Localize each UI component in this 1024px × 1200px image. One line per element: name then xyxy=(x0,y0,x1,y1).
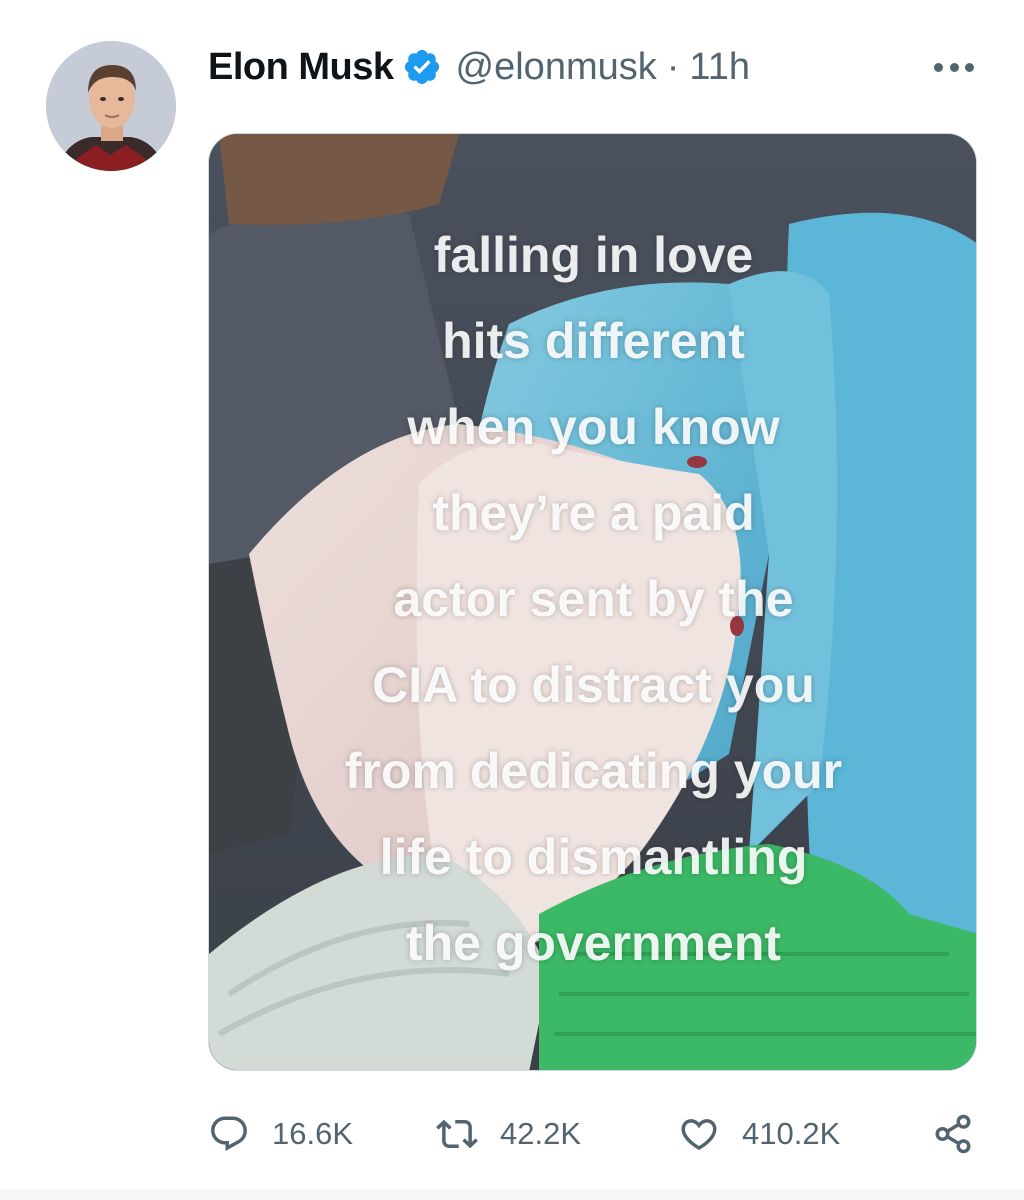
retweet-icon xyxy=(436,1119,478,1149)
display-name[interactable]: Elon Musk xyxy=(208,46,394,89)
profile-photo-icon xyxy=(46,41,176,171)
caption-line: actor sent by the xyxy=(393,571,794,627)
handle[interactable]: @elonmusk xyxy=(456,46,657,89)
caption-line: they’re a paid xyxy=(432,485,755,541)
verified-badge-icon[interactable] xyxy=(402,47,442,87)
tweet-header: Elon Musk @elonmusk · 11h xyxy=(208,42,750,92)
like-button[interactable]: 410.2K xyxy=(678,1113,840,1155)
caption-line: the government xyxy=(405,915,782,971)
tweet: Elon Musk @elonmusk · 11h falling in lov… xyxy=(0,0,1024,1200)
separator-dot: · xyxy=(666,45,680,88)
retweet-count: 42.2K xyxy=(500,1116,582,1151)
reply-icon xyxy=(211,1116,247,1151)
media-caption: falling in love hits different when you … xyxy=(209,212,976,986)
reply-count: 16.6K xyxy=(272,1116,354,1151)
ellipsis-icon xyxy=(934,62,943,72)
more-options-button[interactable] xyxy=(934,52,974,82)
like-count: 410.2K xyxy=(742,1116,841,1151)
share-icon xyxy=(935,1114,971,1154)
tweet-media[interactable]: falling in love hits different when you … xyxy=(208,133,977,1071)
retweet-button[interactable]: 42.2K xyxy=(436,1113,581,1155)
caption-line: when you know xyxy=(407,399,780,455)
reply-button[interactable]: 16.6K xyxy=(208,1113,353,1155)
action-bar: 16.6K 42.2K 410.2K xyxy=(208,1106,978,1162)
caption-line: from dedicating your xyxy=(344,743,843,799)
caption-line: life to dismantling xyxy=(379,829,808,885)
divider xyxy=(0,1190,1024,1200)
avatar[interactable] xyxy=(46,41,176,171)
share-button[interactable] xyxy=(932,1113,974,1155)
like-icon xyxy=(681,1119,717,1151)
timestamp[interactable]: 11h xyxy=(689,46,750,89)
caption-line: hits different xyxy=(442,313,745,369)
caption-line: falling in love xyxy=(433,227,754,283)
caption-line: CIA to distract you xyxy=(372,657,815,713)
